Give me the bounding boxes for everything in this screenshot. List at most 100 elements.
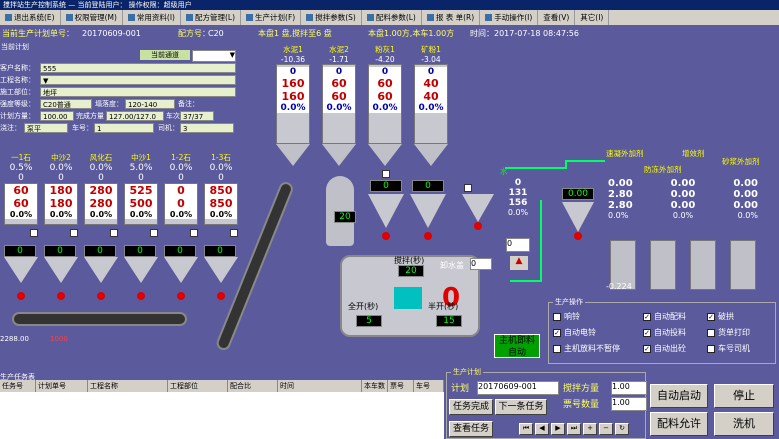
no-pause-checkbox[interactable]: [553, 344, 561, 353]
prev-icon[interactable]: ◀: [535, 423, 549, 435]
opt-bell[interactable]: 响铃: [553, 311, 580, 322]
pour-select[interactable]: 泵平: [24, 122, 68, 133]
opt-truck-driver[interactable]: 车号司机: [707, 343, 750, 354]
bin-valve[interactable]: [137, 292, 145, 300]
bin-zero: 0: [178, 173, 184, 183]
auto-batch-checkbox[interactable]: ✓: [643, 312, 651, 321]
water-valve[interactable]: [474, 222, 482, 230]
bin-zero: 0: [98, 173, 104, 183]
truck-select[interactable]: 1: [94, 122, 154, 133]
slump-field[interactable]: 120-140: [125, 98, 175, 109]
menu-other[interactable]: 其它(I): [575, 10, 610, 25]
ticket-qty-field[interactable]: 1.00: [611, 397, 647, 411]
additive-valve[interactable]: [574, 232, 582, 240]
opt-auto-feed[interactable]: ✓ 自动投料: [643, 327, 686, 338]
water-cover-field[interactable]: 0: [470, 258, 492, 270]
bin-check[interactable]: [190, 229, 198, 237]
stop-button[interactable]: 停止: [714, 384, 774, 408]
bin-valve[interactable]: [97, 292, 105, 300]
cars-field[interactable]: 37/37: [180, 110, 214, 121]
water-up-icon[interactable]: ▲: [510, 256, 528, 270]
truck-driver-checkbox[interactable]: [707, 344, 715, 353]
bin-check[interactable]: [110, 229, 118, 237]
cement-scale-readout: 0: [370, 180, 402, 192]
bin-pct: 0.0%: [125, 210, 157, 219]
menu-plan[interactable]: 生产计划(F): [241, 10, 302, 25]
flyash-scale-readout: 0: [412, 180, 444, 192]
customer-field[interactable]: 555: [40, 62, 236, 73]
driver-select[interactable]: 3: [180, 122, 234, 133]
menu-manual[interactable]: 手动操作(I): [480, 10, 539, 25]
task-done-button[interactable]: 任务完成: [449, 399, 493, 415]
menu-view[interactable]: 查看(V): [538, 10, 576, 25]
cement-valve-2[interactable]: [424, 232, 432, 240]
grade-field[interactable]: C20普通: [40, 98, 92, 109]
cement-valve-1[interactable]: [382, 232, 390, 240]
nav-arrows: ⏮ ◀ ▶ ⏭ + − ↻: [519, 423, 639, 435]
menu-batch-params[interactable]: 配料参数(L): [362, 10, 422, 25]
menu-permissions[interactable]: 权限管理(M): [61, 10, 123, 25]
add-icon[interactable]: +: [583, 423, 597, 435]
bin-actual: 850: [205, 197, 237, 210]
plan-field[interactable]: 20170609-001: [477, 381, 559, 395]
view-task-button[interactable]: 查看任务: [449, 421, 493, 437]
bin-pct: 0.0%: [205, 210, 237, 219]
bin-target: 180: [45, 184, 77, 197]
last-icon[interactable]: ⏭: [567, 423, 581, 435]
print-checkbox[interactable]: [707, 328, 715, 337]
first-icon[interactable]: ⏮: [519, 423, 533, 435]
opt-no-pause[interactable]: 主机放料不暂停: [553, 343, 620, 354]
cement-hopper-2: [410, 194, 446, 228]
menu-exit[interactable]: 退出系统(E): [0, 10, 61, 25]
auto-feed-checkbox[interactable]: ✓: [643, 328, 651, 337]
bin-check[interactable]: [70, 229, 78, 237]
aggregate-bin-group: 一1石 0.5% 0 60 60 0.0% 0 中沙2 0.0% 0 180 180 0.0% 0 风化石 0…: [0, 152, 245, 312]
refresh-icon[interactable]: ↻: [615, 423, 629, 435]
opt-auto-discharge[interactable]: ✓ 自动出砼: [643, 343, 686, 354]
auto-bell-checkbox[interactable]: ✓: [553, 328, 561, 337]
menu-mix-params[interactable]: 搅拌参数(S): [301, 10, 362, 25]
water-setpoint[interactable]: 0: [506, 238, 530, 252]
bin-actual: 60: [5, 197, 37, 210]
bell-checkbox[interactable]: [553, 312, 561, 321]
cement-silo-2: 水泥2 -1.71 0 60 60 0.0%: [322, 44, 356, 166]
site-field[interactable]: 地坪: [40, 86, 236, 97]
break-arch-checkbox[interactable]: ✓: [707, 312, 715, 321]
auto-start-button[interactable]: 自动启动: [650, 384, 708, 408]
next-task-button[interactable]: 下一条任务: [495, 399, 547, 415]
flag-check[interactable]: [382, 170, 390, 178]
remove-icon[interactable]: −: [599, 423, 613, 435]
opt-auto-bell[interactable]: ✓ 自动电铃: [553, 327, 596, 338]
flat-belt-conveyor: [12, 312, 187, 326]
auto-discharge-checkbox[interactable]: ✓: [643, 344, 651, 353]
next-icon[interactable]: ▶: [551, 423, 565, 435]
host-auto-button[interactable]: 主机即料自动: [494, 334, 540, 358]
bin-pct: 0.0%: [45, 210, 77, 219]
opt-auto-batch[interactable]: ✓ 自动配料: [643, 311, 686, 322]
bin-valve[interactable]: [217, 292, 225, 300]
aggregate-bin-5: 1-2石 0.0% 0 0 0 0.0% 0: [164, 152, 198, 300]
additive-tank-3: [690, 240, 716, 290]
bin-check[interactable]: [150, 229, 158, 237]
bin-check[interactable]: [30, 229, 38, 237]
mix-qty-field[interactable]: 1.00: [611, 381, 647, 395]
bin-zero: 0: [218, 173, 224, 183]
plan-qty-field[interactable]: 100.00: [40, 110, 74, 121]
bin-valve[interactable]: [57, 292, 65, 300]
water-check[interactable]: [464, 184, 472, 192]
project-field[interactable]: ▼: [40, 74, 236, 85]
menu-reports[interactable]: 报 表 单(R): [422, 10, 481, 25]
opt-print[interactable]: 货单打印: [707, 327, 750, 338]
done-field[interactable]: 127.00/127.0: [106, 110, 164, 121]
bin-valve[interactable]: [17, 292, 25, 300]
batch-allow-button[interactable]: 配料允许: [650, 412, 708, 436]
channel-select[interactable]: ▼: [192, 50, 236, 62]
bin-valve[interactable]: [177, 292, 185, 300]
menu-recipes[interactable]: 配方管理(L): [181, 10, 242, 25]
bin-target: 280: [85, 184, 117, 197]
wash-button[interactable]: 洗机: [714, 412, 774, 436]
menu-common-data[interactable]: 常用资料(I): [123, 10, 181, 25]
bin-check[interactable]: [230, 229, 238, 237]
belt-counter: 1000: [50, 335, 68, 343]
opt-break-arch[interactable]: ✓ 破拱: [707, 311, 734, 322]
